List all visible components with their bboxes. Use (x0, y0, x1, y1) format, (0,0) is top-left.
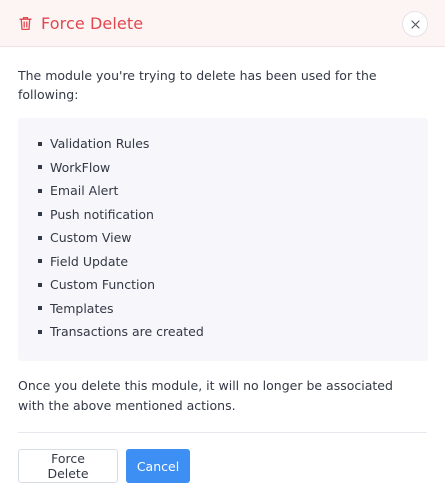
bullet-icon (38, 212, 42, 217)
bullet-icon (38, 259, 42, 264)
trash-icon (18, 15, 33, 32)
list-item: WorkFlow (36, 156, 428, 180)
dialog-body: The module you're trying to delete has b… (0, 47, 445, 416)
list-item-label: Field Update (50, 253, 129, 269)
list-item-label: Transactions are created (50, 324, 204, 340)
list-item: Custom Function (36, 273, 428, 297)
list-item: Custom View (36, 226, 428, 250)
cancel-button[interactable]: Cancel (126, 449, 190, 483)
bullet-icon (38, 165, 42, 170)
bullet-icon (38, 188, 42, 193)
force-delete-dialog: Force Delete The module you're trying to… (0, 0, 445, 501)
list-item: Validation Rules (36, 132, 428, 156)
list-item-label: Custom Function (50, 277, 156, 293)
list-item: Transactions are created (36, 320, 428, 344)
outro-text: Once you delete this module, it will no … (18, 378, 393, 413)
bullet-icon (38, 329, 42, 334)
bullet-icon (38, 141, 42, 146)
force-delete-button[interactable]: Force Delete (18, 449, 118, 483)
list-item-label: Validation Rules (50, 136, 150, 152)
close-button[interactable] (402, 11, 428, 37)
bullet-icon (38, 282, 42, 287)
bullet-icon (38, 306, 42, 311)
usage-list: Validation Rules WorkFlow Email Alert Pu… (18, 118, 428, 361)
list-item: Field Update (36, 250, 428, 274)
list-item-label: Custom View (50, 230, 132, 246)
dialog-title: Force Delete (41, 13, 144, 33)
list-item: Email Alert (36, 179, 428, 203)
list-item-label: Push notification (50, 206, 154, 222)
list-item-label: Email Alert (50, 183, 119, 199)
dialog-footer: Force Delete Cancel (0, 433, 445, 483)
list-item: Push notification (36, 203, 428, 227)
intro-text: The module you're trying to delete has b… (18, 68, 377, 102)
dialog-header: Force Delete (0, 0, 445, 47)
bullet-icon (38, 235, 42, 240)
close-icon (410, 19, 420, 29)
list-item: Templates (36, 297, 428, 321)
list-item-label: Templates (50, 300, 114, 316)
list-item-label: WorkFlow (50, 159, 111, 175)
